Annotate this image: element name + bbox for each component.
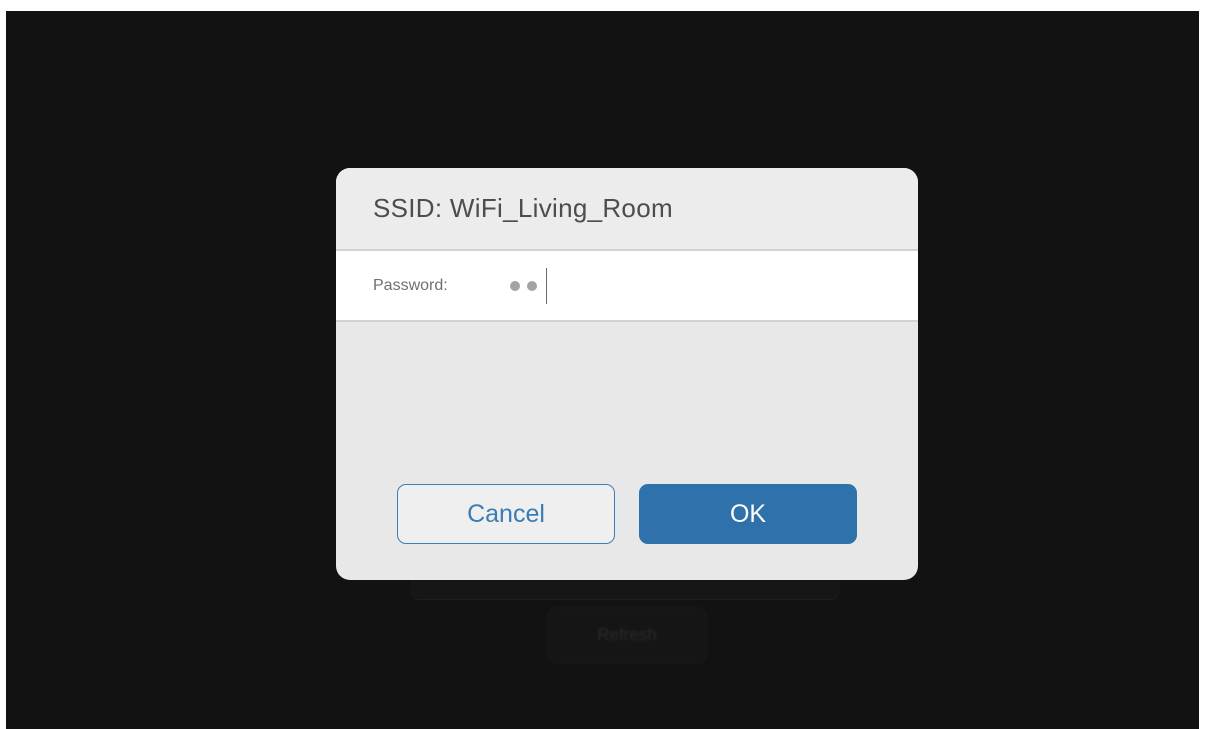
ok-button-label: OK bbox=[729, 499, 767, 528]
password-label: Password: bbox=[373, 276, 448, 294]
screen: Refresh SSID: WiFi_Living_Room Password:… bbox=[6, 11, 1199, 729]
cancel-button[interactable]: Cancel bbox=[397, 484, 615, 544]
password-mask-dot bbox=[510, 280, 520, 291]
background-refresh-label: Refresh bbox=[597, 625, 657, 644]
cancel-button-label: Cancel bbox=[467, 499, 545, 528]
password-mask-dot bbox=[527, 280, 537, 291]
wifi-password-dialog: SSID: WiFi_Living_Room Password: Cancel … bbox=[336, 168, 918, 580]
text-caret bbox=[546, 267, 547, 304]
background-refresh-button: Refresh bbox=[547, 607, 707, 663]
password-row: Password: bbox=[336, 251, 918, 322]
background-list-panel bbox=[410, 577, 840, 600]
password-input[interactable] bbox=[510, 267, 547, 304]
dialog-header: SSID: WiFi_Living_Room bbox=[336, 168, 918, 251]
ok-button[interactable]: OK bbox=[639, 484, 857, 544]
dialog-title: SSID: WiFi_Living_Room bbox=[373, 193, 673, 223]
